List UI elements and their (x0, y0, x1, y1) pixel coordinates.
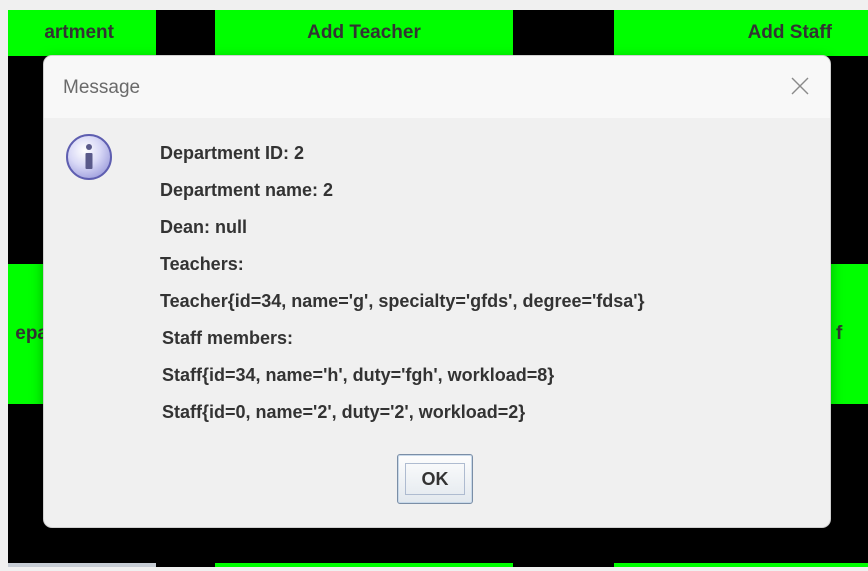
add-teacher-button[interactable]: Add Teacher (215, 10, 513, 56)
dialog-titlebar[interactable]: Message (44, 56, 830, 118)
info-icon (64, 132, 114, 182)
add-staff-button-label: Add Staff (747, 22, 832, 43)
add-teacher-button-label: Add Teacher (307, 22, 421, 43)
window-bottom-edge (0, 567, 868, 571)
close-button[interactable] (784, 70, 816, 102)
right-staff-button[interactable]: f (824, 264, 868, 404)
message-line: Department name: 2 (160, 180, 334, 200)
message-line: Staff members: (162, 328, 294, 348)
left-department-button[interactable]: epa (8, 264, 48, 404)
focus-ring (405, 463, 465, 495)
ok-button[interactable]: OK (397, 454, 473, 504)
message-line: Staff{id=34, name='h', duty='fgh', workl… (162, 365, 555, 385)
dialog-title: Message (63, 77, 141, 98)
department-button-label: artment (44, 22, 114, 43)
message-line: Staff{id=0, name='2', duty='2', workload… (162, 402, 526, 422)
close-icon (791, 77, 809, 95)
message-line: Teachers: (160, 254, 244, 274)
message-text: Department ID: 2 Department name: 2 Dean… (160, 142, 820, 438)
right-staff-button-label: f (836, 323, 843, 344)
message-dialog: Message Department ID: 2 Department name (44, 56, 830, 527)
message-line: Dean: null (160, 217, 248, 237)
message-line: Department ID: 2 (160, 143, 305, 163)
department-button[interactable]: artment (8, 10, 156, 56)
message-line: Teacher{id=34, name='g', specialty='gfds… (160, 291, 645, 311)
add-staff-button[interactable]: Add Staff (614, 10, 868, 56)
